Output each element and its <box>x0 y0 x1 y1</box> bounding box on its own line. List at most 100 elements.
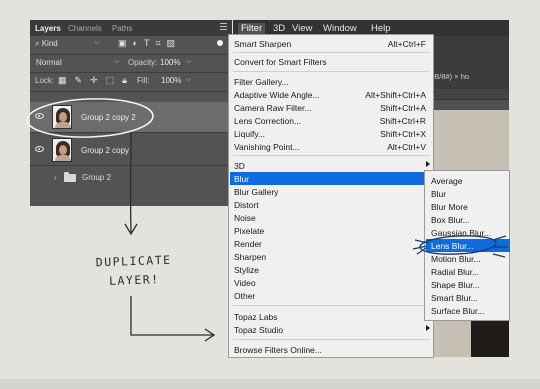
menu-item-other[interactable]: Other <box>230 289 434 302</box>
menu-divider <box>233 52 429 53</box>
filter-toggle-icon[interactable] <box>217 40 223 46</box>
menu-item-liquify[interactable]: Liquify... Shift+Ctrl+X <box>230 127 434 140</box>
visibility-eye-icon[interactable] <box>35 146 44 152</box>
menu-item-topaz-studio[interactable]: Topaz Studio <box>230 323 434 336</box>
blend-chevron-down-icon[interactable]: ⌵ <box>114 58 119 66</box>
menu-item-noise[interactable]: Noise <box>230 211 434 224</box>
menu-item-label: Sharpen <box>234 251 267 262</box>
menu-item-sharpen[interactable]: Sharpen <box>230 250 434 263</box>
menu-item-label: Distort <box>234 199 259 210</box>
fill-field[interactable]: 100% <box>161 76 181 85</box>
menu-item-browse-filters-online[interactable]: Browse Filters Online... <box>230 343 434 356</box>
menu-item-adaptive-wide-angle[interactable]: Adaptive Wide Angle... Alt+Shift+Ctrl+A <box>230 88 434 101</box>
menu-filter[interactable]: Filter <box>238 23 266 34</box>
menu-item-filter-gallery[interactable]: Filter Gallery... <box>230 75 434 88</box>
layer-name: Group 2 copy 2 <box>81 113 136 122</box>
menu-item-camera-raw-filter[interactable]: Camera Raw Filter... Shift+Ctrl+A <box>230 101 434 114</box>
menu-divider <box>233 305 429 306</box>
menu-item-label: Box Blur... <box>431 214 470 225</box>
menu-view[interactable]: View <box>292 23 312 34</box>
menu-item-topaz-labs[interactable]: Topaz Labs <box>230 310 434 323</box>
menu-item-blur-plain[interactable]: Blur <box>426 187 510 200</box>
layer-thumbnail <box>52 105 72 129</box>
menu-item-label: Blur Gallery <box>234 186 279 197</box>
adjustment-filter-icon[interactable]: ◐ <box>133 38 138 49</box>
panel-menu-icon[interactable] <box>220 23 227 32</box>
menu-item-gaussian-blur[interactable]: Gaussian Blur... <box>426 226 510 239</box>
lock-transparency-icon[interactable]: ▦ <box>58 75 67 86</box>
pixel-filter-icon[interactable]: ▣ <box>118 38 127 49</box>
menu-item-smart-sharpen[interactable]: Smart Sharpen Alt+Ctrl+F <box>230 37 434 50</box>
menu-item-radial-blur[interactable]: Radial Blur... <box>426 265 510 278</box>
menu-item-surface-blur[interactable]: Surface Blur... <box>426 304 510 317</box>
type-filter-icon[interactable]: T <box>144 38 150 49</box>
menu-item-label: Browse Filters Online... <box>234 344 322 355</box>
layer-row-group-2-copy-2[interactable]: Group 2 copy 2 <box>30 102 232 132</box>
menu-item-video[interactable]: Video <box>230 276 434 289</box>
menu-divider <box>233 155 429 156</box>
menu-item-blur[interactable]: Blur <box>230 172 434 185</box>
layer-thumbnail <box>52 138 72 162</box>
layer-row-group-2[interactable]: › Group 2 <box>30 168 232 188</box>
fill-chevron-down-icon[interactable]: ⌵ <box>186 76 191 84</box>
menu-window[interactable]: Window <box>323 23 357 34</box>
menu-item-label: Smart Sharpen <box>234 38 292 49</box>
menu-item-lens-blur[interactable]: Lens Blur... <box>426 239 510 252</box>
menu-item-average[interactable]: Average <box>426 174 510 187</box>
layer-row-group-2-copy[interactable]: Group 2 copy <box>30 135 232 165</box>
lock-artboard-icon[interactable]: ⬚ <box>106 75 115 86</box>
menu-item-convert-smart-filters[interactable]: Convert for Smart Filters <box>230 55 434 68</box>
expand-chevron-right-icon[interactable]: › <box>54 173 57 182</box>
shortcut: Shift+Ctrl+X <box>380 128 426 139</box>
layers-panel-tabs: Layers Channels Paths <box>30 20 232 36</box>
menu-item-blur-more[interactable]: Blur More <box>426 200 510 213</box>
menu-item-vanishing-point[interactable]: Vanishing Point... Alt+Ctrl+V <box>230 140 434 153</box>
divider <box>30 132 232 133</box>
menu-item-label: Liquify... <box>234 128 266 139</box>
tab-channels[interactable]: Channels <box>68 24 102 33</box>
menu-item-blur-gallery[interactable]: Blur Gallery <box>230 185 434 198</box>
opacity-field[interactable]: 100% <box>160 58 180 67</box>
kind-chevron-down-icon[interactable]: ⌵ <box>94 39 99 47</box>
menu-item-label: Render <box>234 238 262 249</box>
shortcut: Alt+Shift+Ctrl+A <box>365 89 426 100</box>
menu-item-3d[interactable]: 3D <box>230 159 434 172</box>
filter-menu: Smart Sharpen Alt+Ctrl+F Convert for Smar… <box>228 34 434 358</box>
menu-item-stylize[interactable]: Stylize <box>230 263 434 276</box>
kind-filter[interactable]: ⌕ Kind <box>35 39 58 49</box>
menu-item-motion-blur[interactable]: Motion Blur... <box>426 252 510 265</box>
lock-position-icon[interactable]: ✛ <box>90 75 98 86</box>
menu-item-render[interactable]: Render <box>230 237 434 250</box>
menu-item-box-blur[interactable]: Box Blur... <box>426 213 510 226</box>
layer-filter-row: ⌕ Kind ⌵ ▣ ◐ T ⌗ ▧ <box>30 36 232 54</box>
shape-filter-icon[interactable]: ⌗ <box>155 38 160 49</box>
layer-name: Group 2 copy <box>81 146 130 155</box>
menu-3d[interactable]: 3D <box>273 23 285 34</box>
menu-item-smart-blur[interactable]: Smart Blur... <box>426 291 510 304</box>
tab-layers[interactable]: Layers <box>35 24 61 33</box>
visibility-eye-icon[interactable] <box>35 113 44 119</box>
blur-submenu: Average Blur Blur More Box Blur... Gauss… <box>424 170 510 321</box>
lock-all-icon[interactable]: 🔒︎ <box>122 75 127 86</box>
opacity-label: Opacity: <box>128 58 158 67</box>
annotation-line-2: LAYER! <box>108 272 160 288</box>
menu-item-label: 3D <box>234 160 245 171</box>
tab-paths[interactable]: Paths <box>112 24 132 33</box>
menu-help[interactable]: Help <box>371 23 391 34</box>
blend-row: Normal ⌵ Opacity: 100% ⌵ <box>30 55 232 72</box>
lock-paint-icon[interactable]: ✎ <box>75 75 83 86</box>
menu-item-pixelate[interactable]: Pixelate <box>230 224 434 237</box>
menu-item-label: Pixelate <box>234 225 265 236</box>
annotation-line-1: DUPLICATE <box>95 252 172 270</box>
bottom-strip <box>0 379 540 389</box>
kind-filter-label: Kind <box>41 39 58 48</box>
menu-item-label: Filter Gallery... <box>234 76 289 87</box>
group-name: Group 2 <box>82 173 111 182</box>
menu-item-shape-blur[interactable]: Shape Blur... <box>426 278 510 291</box>
menu-item-distort[interactable]: Distort <box>230 198 434 211</box>
opacity-chevron-down-icon[interactable]: ⌵ <box>186 58 191 66</box>
blend-mode-select[interactable]: Normal <box>36 58 62 67</box>
smart-object-filter-icon[interactable]: ▧ <box>167 38 176 49</box>
menu-item-label: Camera Raw Filter... <box>234 102 312 113</box>
menu-item-lens-correction[interactable]: Lens Correction... Shift+Ctrl+R <box>230 114 434 127</box>
